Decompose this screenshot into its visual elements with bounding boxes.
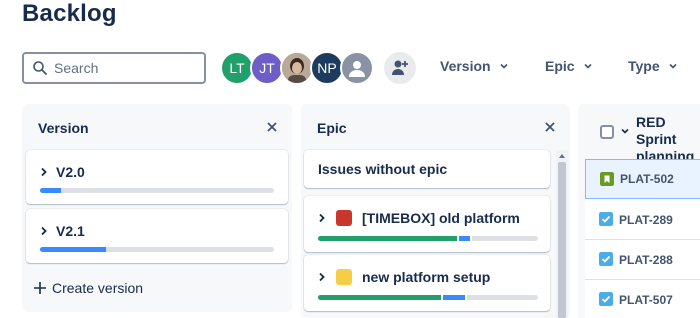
epic-filter[interactable]: Epic xyxy=(545,58,593,74)
issue-key: PLAT-507 xyxy=(619,292,673,307)
issue-key: PLAT-289 xyxy=(619,212,673,227)
epic-color-swatch xyxy=(336,210,352,226)
chevron-down-icon xyxy=(500,63,508,69)
version-progress-bar xyxy=(40,188,274,193)
sprint-panel: RED Sprint planning PLAT-502 PLAT-289 PL… xyxy=(578,104,700,318)
chevron-right-icon[interactable] xyxy=(318,213,326,223)
chevron-right-icon[interactable] xyxy=(318,272,326,282)
version-card[interactable]: V2.1 xyxy=(26,209,288,263)
progress-done xyxy=(318,236,457,241)
create-version-button[interactable]: Create version xyxy=(34,280,143,296)
epic-card[interactable]: [TIMEBOX] old platform xyxy=(304,196,550,252)
progress-done xyxy=(318,295,442,300)
version-progress-bar xyxy=(40,247,274,252)
task-icon xyxy=(599,292,613,306)
avatar-photo[interactable] xyxy=(280,51,314,85)
scrollbar-thumb[interactable] xyxy=(558,162,566,318)
version-filter[interactable]: Version xyxy=(440,58,509,74)
search-box[interactable] xyxy=(22,52,206,84)
version-panel: Version V2.0 V2.1 Create version xyxy=(22,104,292,312)
version-card[interactable]: V2.0 xyxy=(26,150,288,204)
progress-in-progress xyxy=(443,295,466,300)
version-panel-title: Version xyxy=(38,120,89,136)
issue-row[interactable]: PLAT-289 xyxy=(585,200,700,240)
close-icon[interactable] xyxy=(544,121,556,133)
epic-panel-title: Epic xyxy=(317,120,347,136)
sprint-select-checkbox[interactable] xyxy=(600,125,614,139)
epic-name: [TIMEBOX] old platform xyxy=(362,210,520,226)
avatar-unassigned[interactable] xyxy=(340,51,374,85)
epic-color-swatch xyxy=(336,269,352,285)
task-icon xyxy=(599,212,613,226)
epic-name: new platform setup xyxy=(362,269,491,285)
version-name: V2.1 xyxy=(56,223,85,239)
create-version-label: Create version xyxy=(52,280,144,296)
add-person-icon xyxy=(392,60,408,75)
person-icon xyxy=(349,61,365,77)
epic-progress-bar xyxy=(318,295,538,300)
issues-without-epic-label: Issues without epic xyxy=(318,161,448,177)
story-icon xyxy=(600,172,614,186)
progress-in-progress xyxy=(458,236,470,241)
person-photo-icon xyxy=(282,53,312,83)
version-filter-label: Version xyxy=(440,58,491,74)
scroll-up-arrow-icon[interactable] xyxy=(559,153,565,159)
avatar-group: LT JT NP xyxy=(220,51,374,85)
avatar[interactable]: JT xyxy=(250,51,284,85)
avatar[interactable]: NP xyxy=(310,51,344,85)
issues-without-epic-card[interactable]: Issues without epic xyxy=(304,150,550,188)
issue-key: PLAT-288 xyxy=(619,252,673,267)
progress-in-progress xyxy=(40,188,62,193)
progress-separator xyxy=(469,236,472,241)
add-people-button[interactable] xyxy=(384,52,416,84)
epic-progress-bar xyxy=(318,236,538,241)
epic-card[interactable]: new platform setup xyxy=(304,255,550,311)
issue-row[interactable]: PLAT-502 xyxy=(585,159,700,199)
chevron-down-icon[interactable] xyxy=(620,126,630,136)
chevron-down-icon xyxy=(669,63,677,69)
chevron-right-icon[interactable] xyxy=(40,167,48,177)
avatar-initials: JT xyxy=(259,60,275,76)
type-filter[interactable]: Type xyxy=(628,58,678,74)
plus-icon xyxy=(34,282,46,294)
epic-scrollbar[interactable] xyxy=(556,150,568,318)
issue-row[interactable]: PLAT-288 xyxy=(585,240,700,280)
version-name: V2.0 xyxy=(56,164,85,180)
avatar-initials: LT xyxy=(229,60,245,76)
epic-filter-label: Epic xyxy=(545,58,575,74)
chevron-right-icon[interactable] xyxy=(40,226,48,236)
issue-row[interactable]: PLAT-507 xyxy=(585,280,700,318)
progress-separator xyxy=(465,295,468,300)
epic-panel: Epic Issues without epic [TIMEBOX] old p… xyxy=(301,104,570,318)
sprint-title: RED Sprint planning xyxy=(636,114,695,164)
close-icon[interactable] xyxy=(266,121,278,133)
page-title: Backlog xyxy=(22,0,117,27)
sprint-header: RED Sprint planning xyxy=(600,114,700,165)
chevron-down-icon xyxy=(584,63,592,69)
avatar-initials: NP xyxy=(317,60,337,76)
progress-in-progress xyxy=(40,247,106,252)
type-filter-label: Type xyxy=(628,58,660,74)
issue-key: PLAT-502 xyxy=(620,172,674,186)
task-icon xyxy=(599,252,613,266)
search-input[interactable] xyxy=(54,60,194,76)
avatar[interactable]: LT xyxy=(220,51,254,85)
search-icon xyxy=(33,61,47,75)
